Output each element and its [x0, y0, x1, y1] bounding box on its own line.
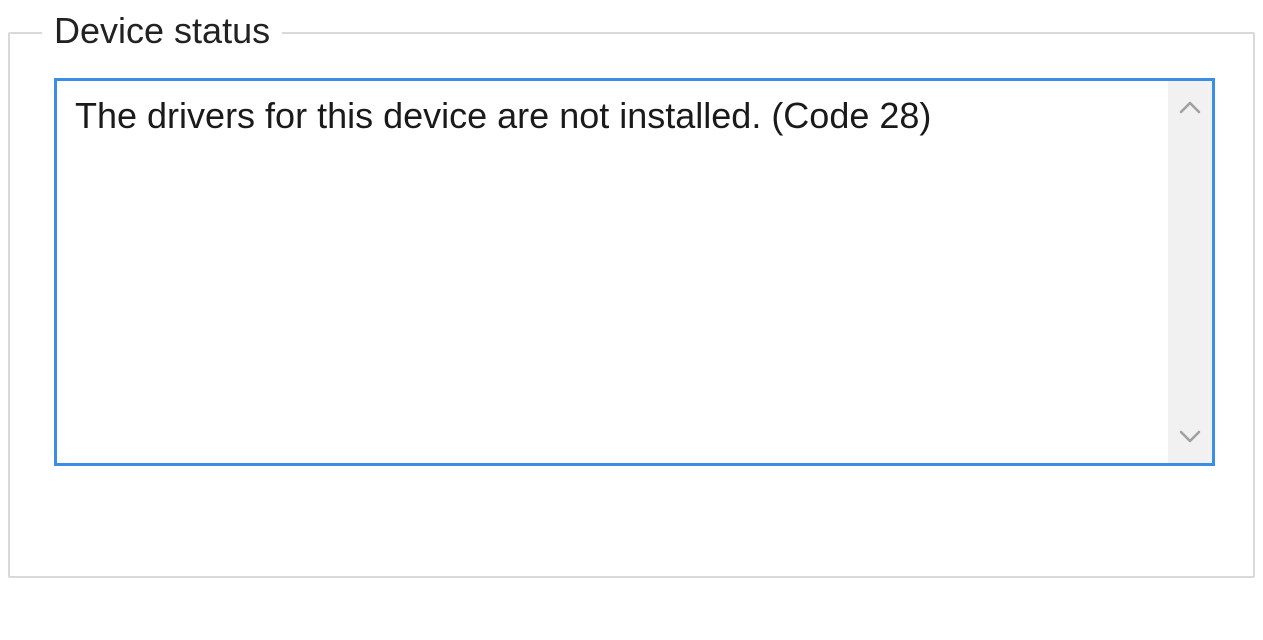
vertical-scrollbar[interactable]: [1168, 81, 1212, 463]
device-status-textbox[interactable]: The drivers for this device are not inst…: [54, 78, 1215, 466]
scroll-up-button[interactable]: [1168, 91, 1212, 123]
chevron-up-icon: [1179, 99, 1201, 115]
device-status-groupbox: Device status The drivers for this devic…: [8, 32, 1255, 578]
chevron-down-icon: [1179, 429, 1201, 445]
device-status-message: The drivers for this device are not inst…: [57, 81, 1168, 463]
groupbox-legend: Device status: [42, 10, 282, 52]
scroll-down-button[interactable]: [1168, 421, 1212, 453]
